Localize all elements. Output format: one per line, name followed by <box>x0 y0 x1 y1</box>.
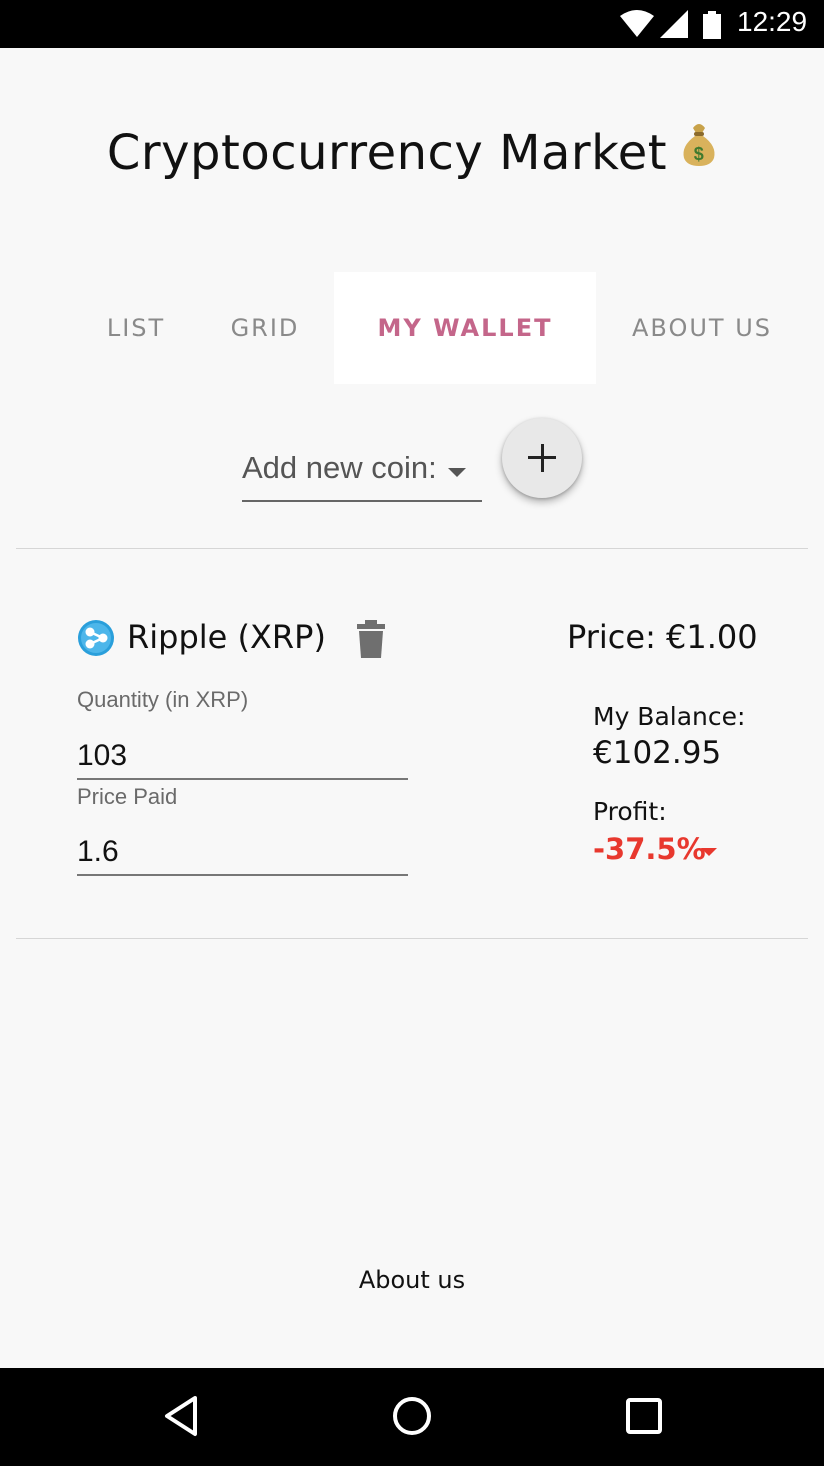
signal-icon <box>660 10 688 38</box>
trend-down-icon <box>701 848 717 856</box>
about-us-link[interactable]: About us <box>0 1266 824 1294</box>
divider <box>16 938 808 939</box>
tab-bar: LIST GRID MY WALLET ABOUT US <box>0 272 824 384</box>
tab-my-wallet[interactable]: MY WALLET <box>334 272 596 384</box>
price-paid-label: Price Paid <box>77 784 178 809</box>
tab-list[interactable]: LIST <box>86 272 186 384</box>
svg-text:$: $ <box>694 144 705 164</box>
recents-icon[interactable] <box>624 1392 664 1440</box>
coin-name: Ripple (XRP) <box>127 618 326 656</box>
profit-label: Profit: <box>593 797 667 826</box>
tab-about-us[interactable]: ABOUT US <box>612 272 792 384</box>
add-coin-placeholder: Add new coin: <box>242 450 437 485</box>
quantity-label: Quantity (in XRP) <box>77 687 249 712</box>
coin-price: Price: €1.00 <box>567 618 758 656</box>
add-coin-select[interactable]: Add new coin: <box>242 438 482 502</box>
system-nav-bar <box>0 1368 824 1466</box>
page-title: Cryptocurrency Market $ <box>0 122 824 185</box>
home-icon[interactable] <box>390 1392 434 1440</box>
trash-icon[interactable] <box>356 620 386 658</box>
divider <box>16 548 808 549</box>
price-paid-input[interactable] <box>77 830 408 876</box>
tab-grid[interactable]: GRID <box>210 272 320 384</box>
chevron-down-icon <box>448 468 466 477</box>
balance-label: My Balance: <box>593 702 746 731</box>
status-bar: 12:29 <box>0 0 824 48</box>
back-icon[interactable] <box>161 1392 201 1440</box>
profit-value: -37.5% <box>593 832 706 866</box>
balance-value: €102.95 <box>593 735 722 771</box>
ripple-icon <box>78 620 114 656</box>
battery-icon <box>703 11 721 39</box>
status-time: 12:29 <box>737 6 808 37</box>
quantity-input[interactable] <box>77 734 408 780</box>
wifi-icon <box>620 10 654 37</box>
add-coin-button[interactable] <box>502 418 582 498</box>
money-bag-icon: $ <box>681 122 717 178</box>
page-title-text: Cryptocurrency Market <box>106 125 668 181</box>
